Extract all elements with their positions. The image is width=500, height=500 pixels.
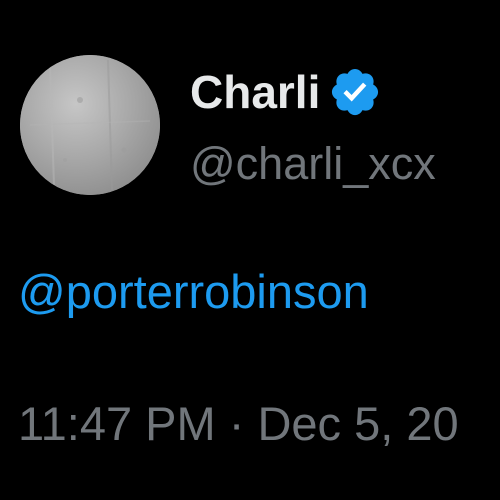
mention-link[interactable]: @porterrobinson [18, 262, 369, 322]
avatar-image [20, 55, 160, 195]
author-handle[interactable]: @charli_xcx [190, 136, 436, 192]
verified-badge-icon[interactable] [328, 65, 382, 119]
tweet-card: Charli @charli_xcx @porterrobinson 11:47… [0, 0, 500, 500]
author-display-name[interactable]: Charli [190, 62, 320, 122]
author-name-row[interactable]: Charli [190, 62, 382, 122]
tweet-timestamp[interactable]: 11:47 PM · Dec 5, 20 [18, 394, 500, 454]
author-avatar[interactable] [20, 55, 160, 195]
